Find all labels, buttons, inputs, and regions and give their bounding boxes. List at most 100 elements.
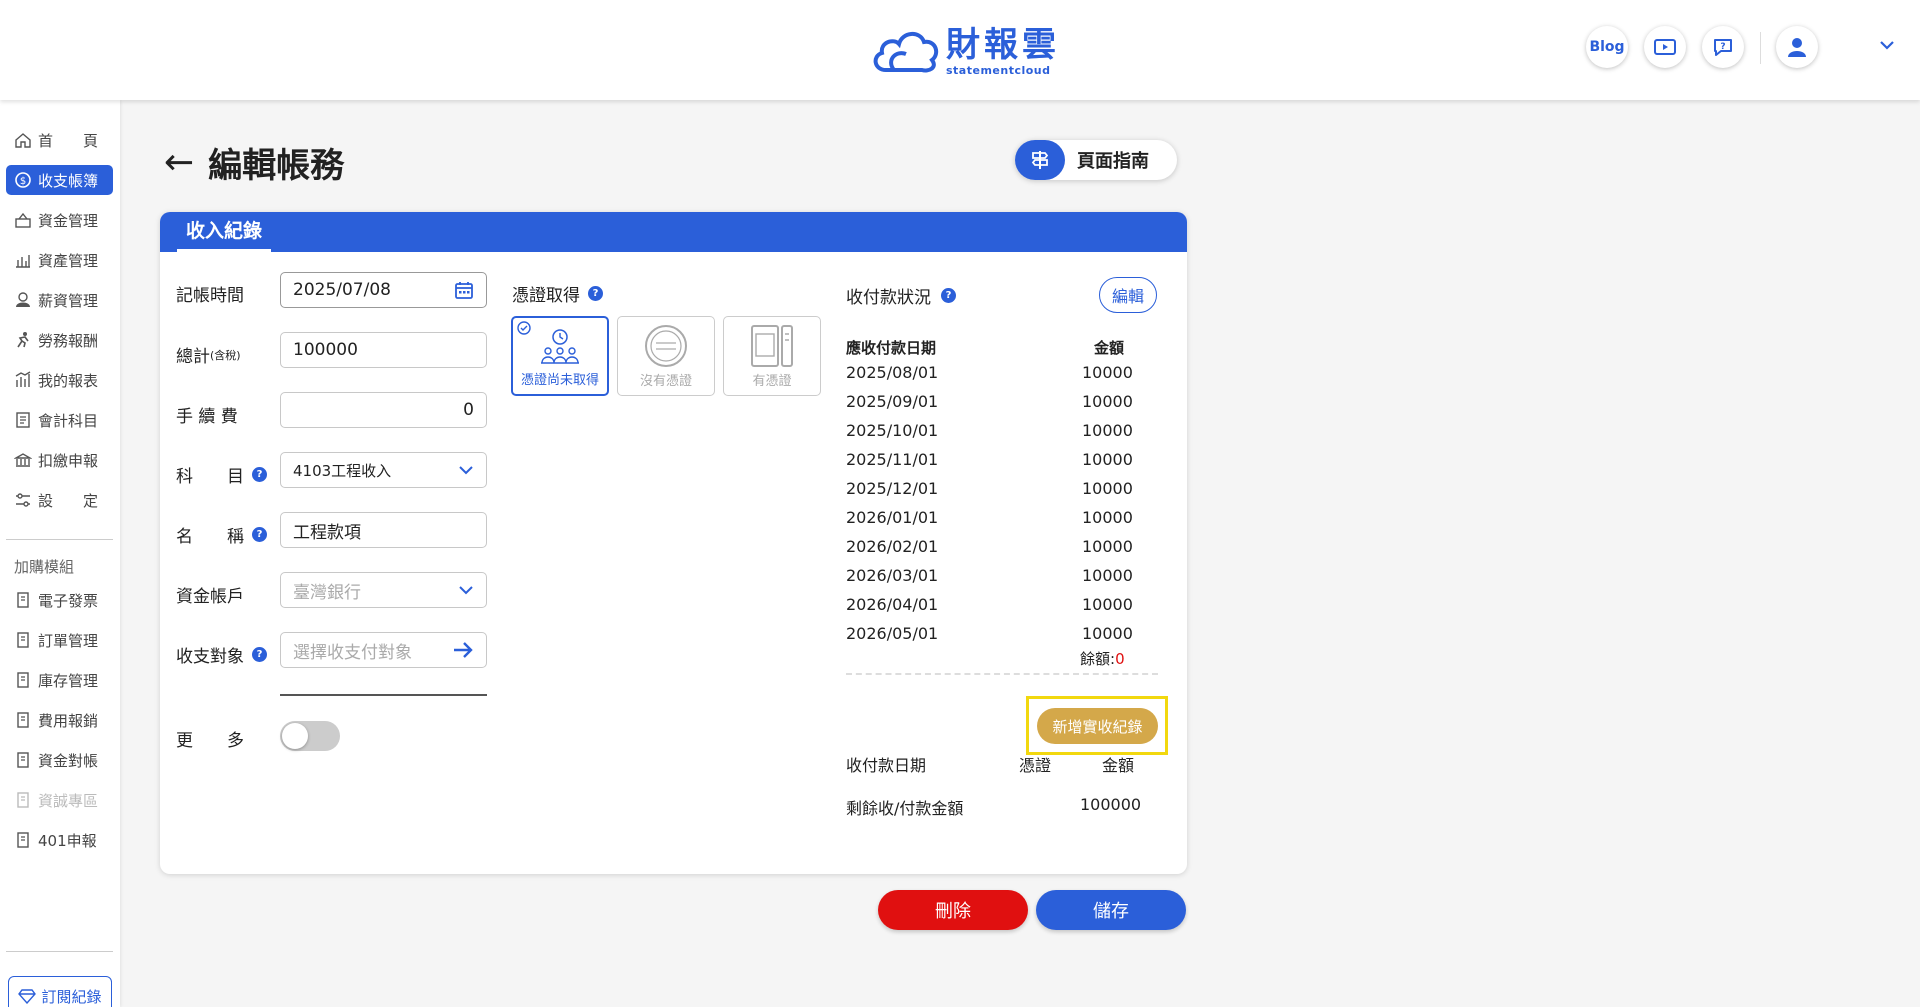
page-guide-button[interactable]: 頁面指南 bbox=[1015, 140, 1177, 180]
blog-button[interactable]: Blog bbox=[1586, 26, 1628, 68]
help-icon[interactable]: ? bbox=[588, 286, 603, 301]
subscription-record-button[interactable]: 訂閱紀錄 bbox=[8, 976, 112, 1007]
account-icon bbox=[16, 412, 30, 428]
schedule-row-amount: 10000 bbox=[1082, 566, 1133, 585]
fund-icon bbox=[15, 212, 31, 228]
counterparty-picker[interactable]: 選擇收支付對象 bbox=[280, 632, 487, 668]
calendar-icon[interactable] bbox=[454, 280, 474, 300]
sidebar-item-pwc: 資誠專區 bbox=[6, 785, 113, 815]
help-icon[interactable]: ? bbox=[252, 467, 267, 482]
balance-value: 0 bbox=[1115, 650, 1125, 668]
cloud-logo-icon bbox=[873, 32, 939, 73]
document-icon bbox=[17, 712, 29, 728]
payment-edit-button[interactable]: 編輯 bbox=[1099, 277, 1157, 313]
remaining-value: 100000 bbox=[1080, 795, 1142, 814]
remaining-label: 剩餘收/付款金額 bbox=[846, 799, 964, 818]
sidebar-item-withholding[interactable]: 扣繳申報 bbox=[6, 445, 113, 475]
diamond-icon bbox=[18, 989, 37, 1004]
delete-button[interactable]: 刪除 bbox=[878, 890, 1028, 930]
date-field[interactable]: 2025/07/08 bbox=[280, 272, 487, 308]
fund-account-select[interactable]: 臺灣銀行 bbox=[280, 572, 487, 608]
sidebar-item-reconcile[interactable]: 資金對帳 bbox=[6, 745, 113, 775]
schedule-divider bbox=[846, 673, 1158, 675]
check-circle-icon bbox=[517, 321, 531, 335]
sidebar: 首 頁 $ 收支帳簿 資金管理 資產管理 薪資管理 勞務報酬 我的報表 會計科目… bbox=[0, 100, 120, 1007]
sidebar-item-report[interactable]: 我的報表 bbox=[6, 365, 113, 395]
logo[interactable]: 財報雲 statementcloud bbox=[870, 24, 1060, 78]
chevron-down-icon bbox=[459, 466, 473, 475]
payment-status-title: 收付款狀況 ? bbox=[846, 283, 956, 308]
schedule-row-date: 2026/01/01 bbox=[846, 508, 939, 527]
sidebar-item-orders[interactable]: 訂單管理 bbox=[6, 625, 113, 655]
logo-subtitle: statementcloud bbox=[946, 63, 1051, 77]
certificate-option-have[interactable]: 有憑證 bbox=[723, 316, 821, 396]
fund-account-label: 資金帳戶 bbox=[176, 587, 244, 607]
stamp-icon bbox=[645, 325, 687, 367]
user-avatar-button[interactable] bbox=[1776, 26, 1818, 68]
total-label: 總計 (含稅) bbox=[176, 347, 241, 367]
addon-section-title: 加購模組 bbox=[14, 558, 75, 576]
sidebar-item-expense[interactable]: 費用報銷 bbox=[6, 705, 113, 735]
total-input[interactable]: 100000 bbox=[280, 332, 487, 368]
sidebar-item-inventory[interactable]: 庫存管理 bbox=[6, 665, 113, 695]
arrow-right-icon[interactable] bbox=[452, 641, 474, 659]
help-icon[interactable]: ? bbox=[941, 288, 956, 303]
sidebar-divider bbox=[6, 539, 113, 540]
sidebar-item-einvoice[interactable]: 電子發票 bbox=[6, 585, 113, 615]
asset-icon bbox=[16, 255, 30, 268]
header-divider bbox=[1760, 32, 1761, 64]
sidebar-item-asset[interactable]: 資產管理 bbox=[6, 245, 113, 275]
certificate-option-none[interactable]: 沒有憑證 bbox=[617, 316, 715, 396]
people-clock-icon bbox=[541, 329, 579, 364]
receipt-icon bbox=[751, 325, 793, 367]
help-icon[interactable]: ? bbox=[252, 527, 267, 542]
actual-date-header: 收付款日期 bbox=[846, 756, 927, 775]
schedule-row-amount: 10000 bbox=[1082, 392, 1133, 411]
fee-input[interactable]: 0 bbox=[280, 392, 487, 428]
chevron-down-icon[interactable] bbox=[1878, 38, 1896, 52]
subject-select[interactable]: 4103工程收入 bbox=[280, 452, 487, 488]
sidebar-item-settings[interactable]: 設 定 bbox=[6, 485, 113, 515]
video-guide-button[interactable] bbox=[1644, 26, 1686, 68]
schedule-row-date: 2026/03/01 bbox=[846, 566, 939, 585]
sidebar-item-401[interactable]: 401申報 bbox=[6, 825, 113, 855]
withholding-icon bbox=[14, 453, 32, 467]
sidebar-item-fund[interactable]: 資金管理 bbox=[6, 205, 113, 235]
schedule-row-amount: 10000 bbox=[1082, 595, 1133, 614]
certificate-option-pending[interactable]: 憑證尚未取得 bbox=[511, 316, 609, 396]
toggle-knob bbox=[282, 723, 308, 749]
document-icon bbox=[17, 792, 29, 808]
svg-text:?: ? bbox=[1720, 42, 1725, 52]
name-label: 名 稱 ? bbox=[176, 522, 267, 547]
settings-icon bbox=[16, 493, 30, 507]
more-toggle[interactable] bbox=[280, 721, 340, 751]
schedule-row-amount: 10000 bbox=[1082, 537, 1133, 556]
ledger-icon: $ bbox=[15, 172, 31, 188]
schedule-row-amount: 10000 bbox=[1082, 363, 1133, 382]
add-actual-receipt-button[interactable]: 新增實收紀錄 bbox=[1037, 708, 1158, 744]
document-icon bbox=[17, 632, 29, 648]
schedule-row-date: 2025/12/01 bbox=[846, 479, 939, 498]
user-avatar-icon bbox=[1788, 38, 1806, 57]
save-button[interactable]: 儲存 bbox=[1036, 890, 1186, 930]
schedule-row-amount: 10000 bbox=[1082, 624, 1133, 643]
document-icon bbox=[17, 752, 29, 768]
date-label: 記帳時間 bbox=[176, 286, 244, 306]
more-label: 更 多 bbox=[176, 731, 244, 751]
schedule-row-amount: 10000 bbox=[1082, 508, 1133, 527]
sidebar-item-labor[interactable]: 勞務報酬 bbox=[6, 325, 113, 355]
back-arrow-icon[interactable]: ← bbox=[164, 142, 194, 183]
fee-label: 手 續 費 bbox=[176, 407, 238, 427]
actual-amount-header: 金額 bbox=[1102, 756, 1135, 775]
actual-certificate-header: 憑證 bbox=[1019, 756, 1052, 775]
sidebar-item-home[interactable]: 首 頁 bbox=[6, 125, 113, 155]
help-chat-button[interactable]: ? bbox=[1702, 26, 1744, 68]
form-divider bbox=[280, 694, 487, 696]
help-icon[interactable]: ? bbox=[252, 647, 267, 662]
balance-line: 餘額:0 bbox=[1080, 650, 1125, 668]
name-input[interactable]: 工程款項 bbox=[280, 512, 487, 548]
sidebar-item-salary[interactable]: 薪資管理 bbox=[6, 285, 113, 315]
document-icon bbox=[17, 832, 29, 848]
sidebar-item-account[interactable]: 會計科目 bbox=[6, 405, 113, 435]
sidebar-item-ledger[interactable]: $ 收支帳簿 bbox=[6, 165, 113, 195]
